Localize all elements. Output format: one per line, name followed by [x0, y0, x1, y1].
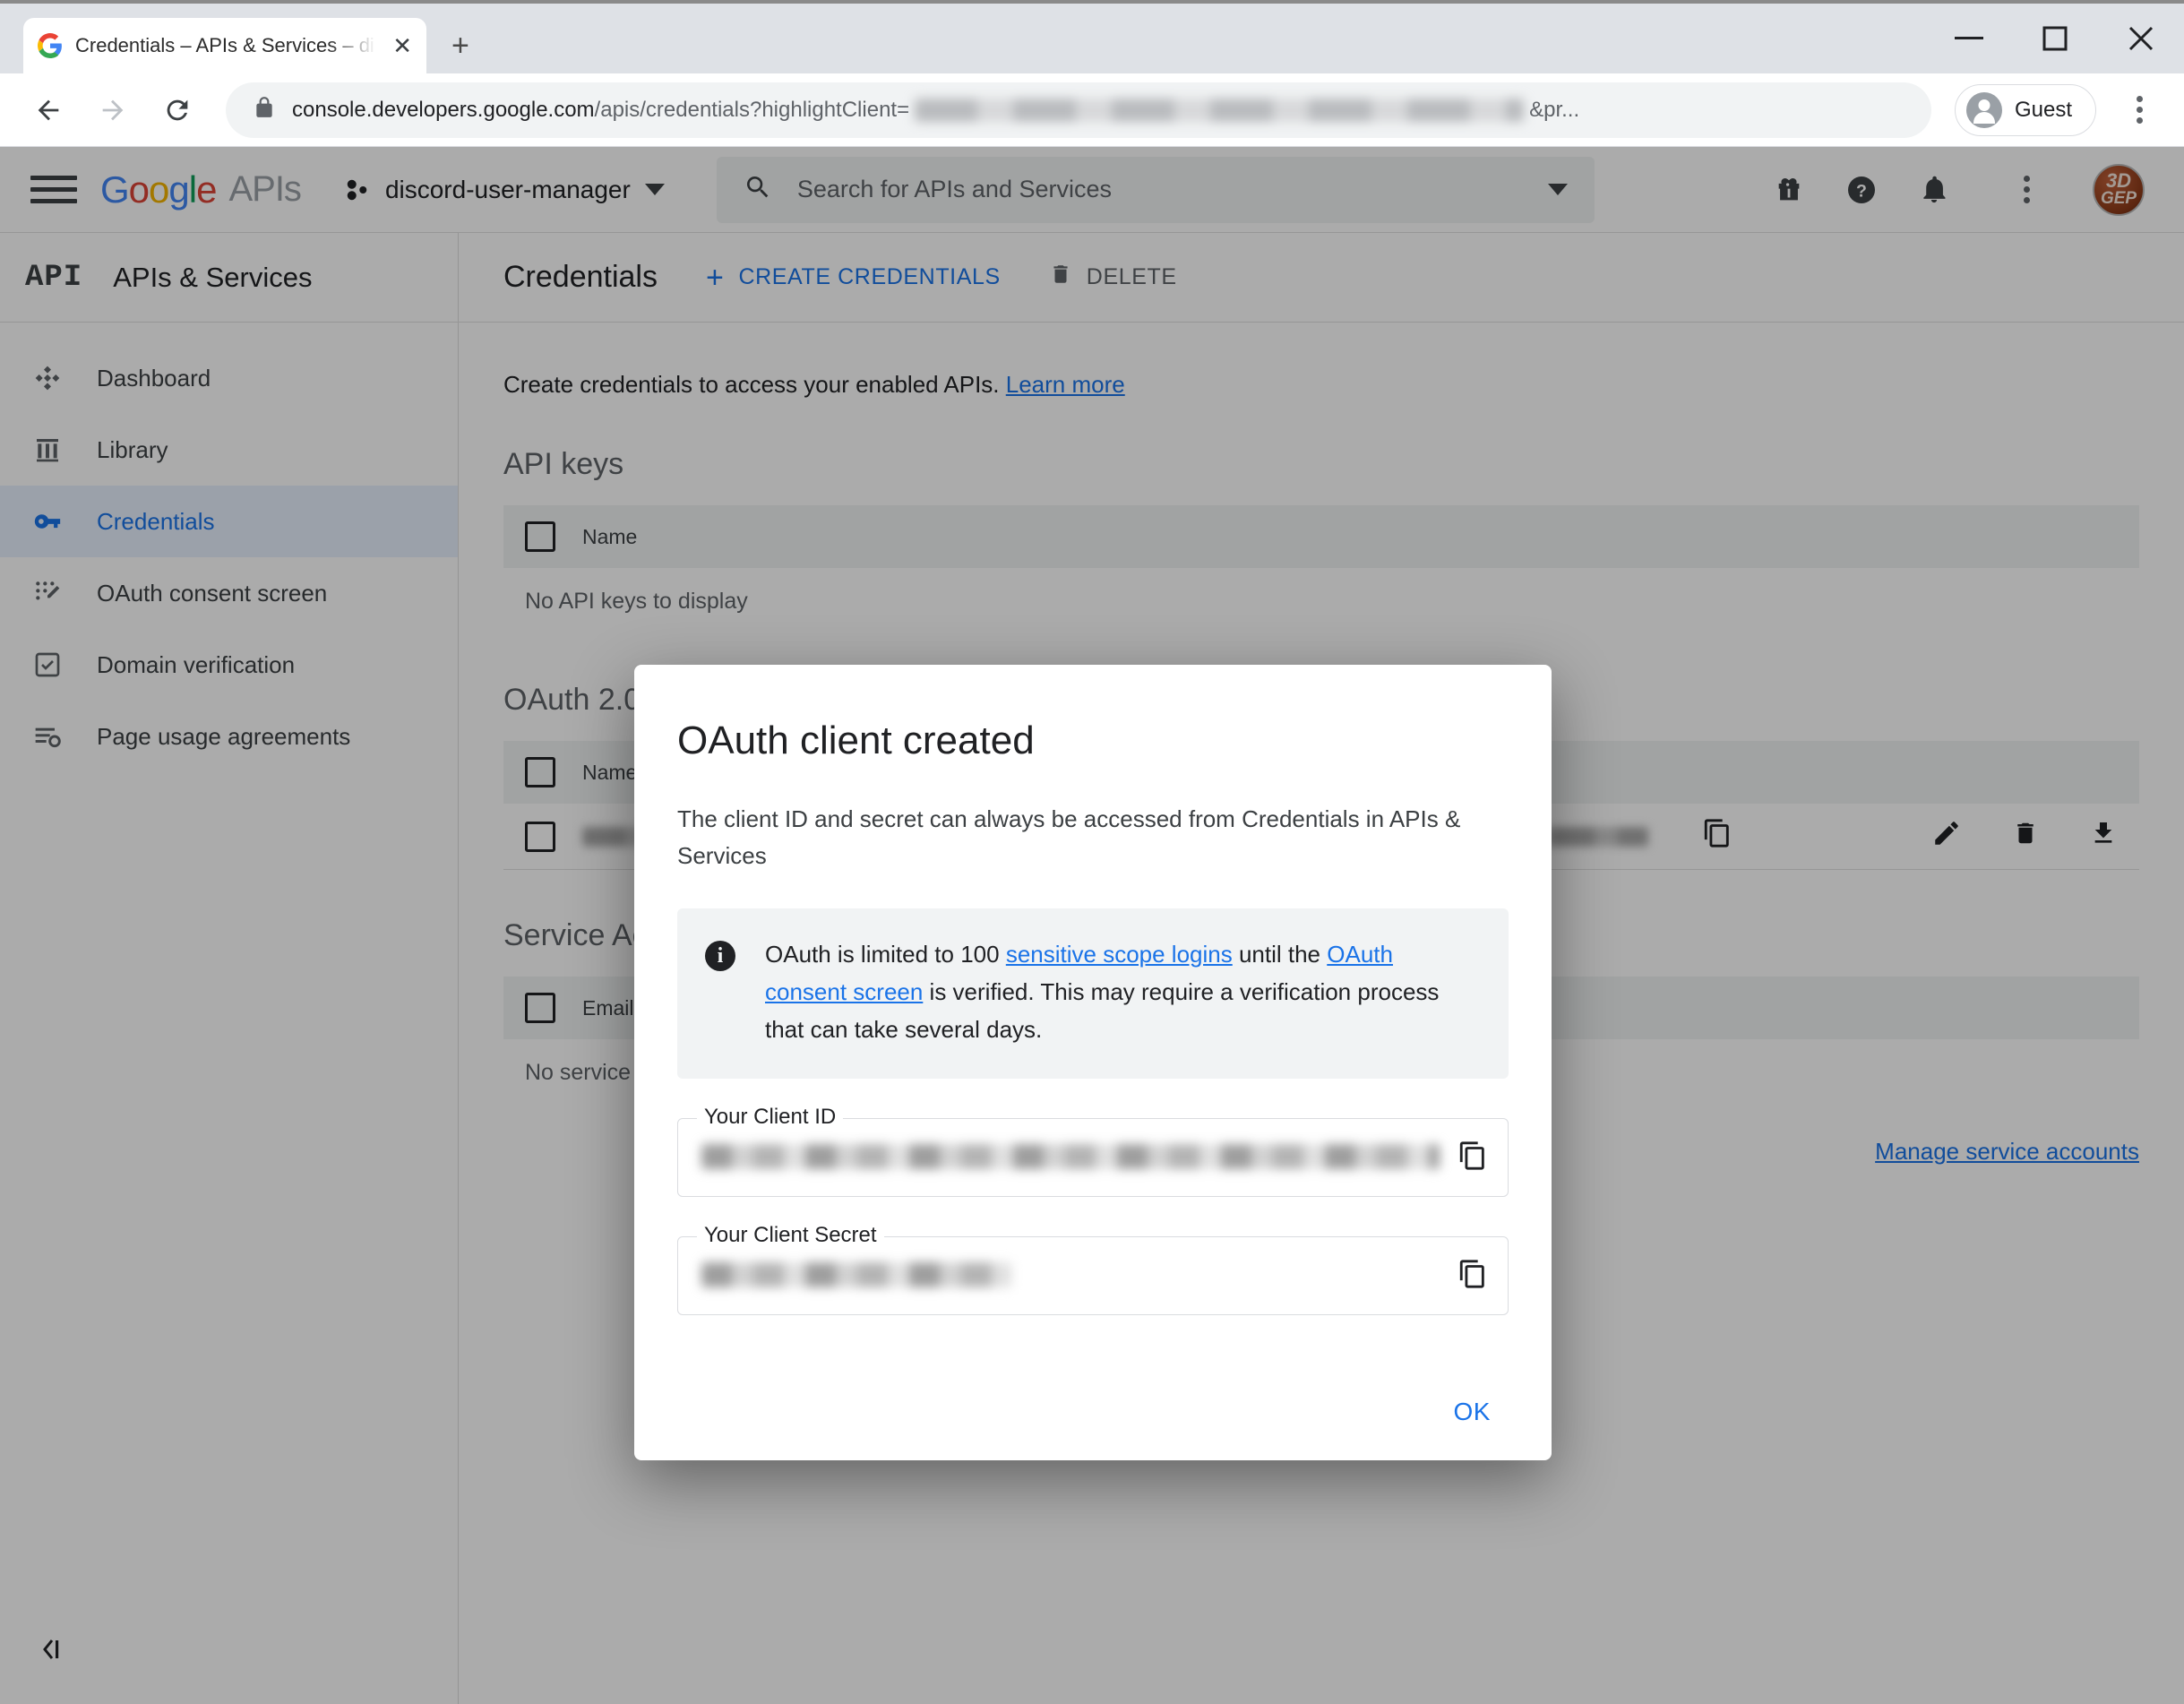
info-banner-text: OAuth is limited to 100 sensitive scope … [765, 935, 1478, 1048]
url-suffix: &pr... [1529, 97, 1580, 122]
dialog-subtitle: The client ID and secret can always be a… [677, 805, 1461, 870]
close-tab-icon[interactable]: ✕ [389, 34, 412, 57]
dialog-title: OAuth client created [677, 719, 1035, 762]
oauth-client-created-dialog: OAuth client created The client ID and s… [634, 665, 1552, 1460]
url-redacted-segment [915, 98, 1525, 122]
ok-button[interactable]: OK [1434, 1385, 1510, 1438]
browser-window: Credentials – APIs & Services – di ✕ + c… [0, 0, 2184, 1704]
profile-label: Guest [2014, 97, 2072, 122]
client-id-field: Your Client ID [677, 1105, 1509, 1198]
close-window-button[interactable] [2098, 4, 2184, 73]
client-secret-field: Your Client Secret [677, 1223, 1509, 1316]
minimize-button[interactable] [1926, 4, 2012, 73]
account-avatar-icon [1965, 91, 2002, 128]
info-banner: i OAuth is limited to 100 sensitive scop… [677, 908, 1509, 1080]
back-button[interactable] [20, 82, 77, 139]
google-g-icon [38, 33, 63, 58]
reload-button[interactable] [149, 82, 206, 139]
window-controls [1926, 4, 2184, 73]
lock-icon [253, 96, 276, 124]
client-secret-label: Your Client Secret [697, 1223, 884, 1249]
client-secret-input[interactable] [677, 1236, 1509, 1316]
info-part1: OAuth is limited to 100 [765, 941, 1006, 968]
profile-button[interactable]: Guest [1954, 83, 2096, 136]
url-domain: console.developers.google.com [292, 97, 595, 122]
client-secret-redacted [701, 1262, 1012, 1288]
client-id-label: Your Client ID [697, 1105, 844, 1131]
url-text: console.developers.google.com/apis/crede… [292, 98, 1579, 123]
address-bar[interactable]: console.developers.google.com/apis/crede… [226, 82, 1931, 138]
client-id-redacted [701, 1144, 1440, 1170]
modal-layer: OAuth client created The client ID and s… [0, 147, 2184, 1704]
info-part2: until the [1232, 941, 1328, 968]
browser-titlebar: Credentials – APIs & Services – di ✕ + [0, 0, 2184, 73]
copy-icon[interactable] [1457, 1140, 1488, 1175]
tab-title: Credentials – APIs & Services – di [75, 34, 374, 56]
url-path: /apis/credentials?highlightClient= [594, 97, 910, 122]
client-id-input[interactable] [677, 1118, 1509, 1198]
copy-icon[interactable] [1457, 1259, 1488, 1294]
browser-toolbar: console.developers.google.com/apis/crede… [0, 73, 2184, 147]
page-content: Google APIs discord-user-manager Search … [0, 147, 2184, 1704]
browser-tab[interactable]: Credentials – APIs & Services – di ✕ [23, 18, 426, 73]
forward-button[interactable] [84, 82, 142, 139]
client-secret-value [701, 1262, 1440, 1289]
sensitive-scope-logins-link[interactable]: sensitive scope logins [1006, 941, 1233, 968]
maximize-button[interactable] [2012, 4, 2098, 73]
browser-menu-icon[interactable] [2114, 96, 2164, 124]
client-id-value [701, 1144, 1440, 1171]
new-tab-button[interactable]: + [451, 30, 469, 61]
info-icon: i [704, 935, 736, 1048]
dialog-footer: OK [1434, 1398, 1510, 1426]
dialog-body: OAuth client created The client ID and s… [634, 665, 1552, 1316]
